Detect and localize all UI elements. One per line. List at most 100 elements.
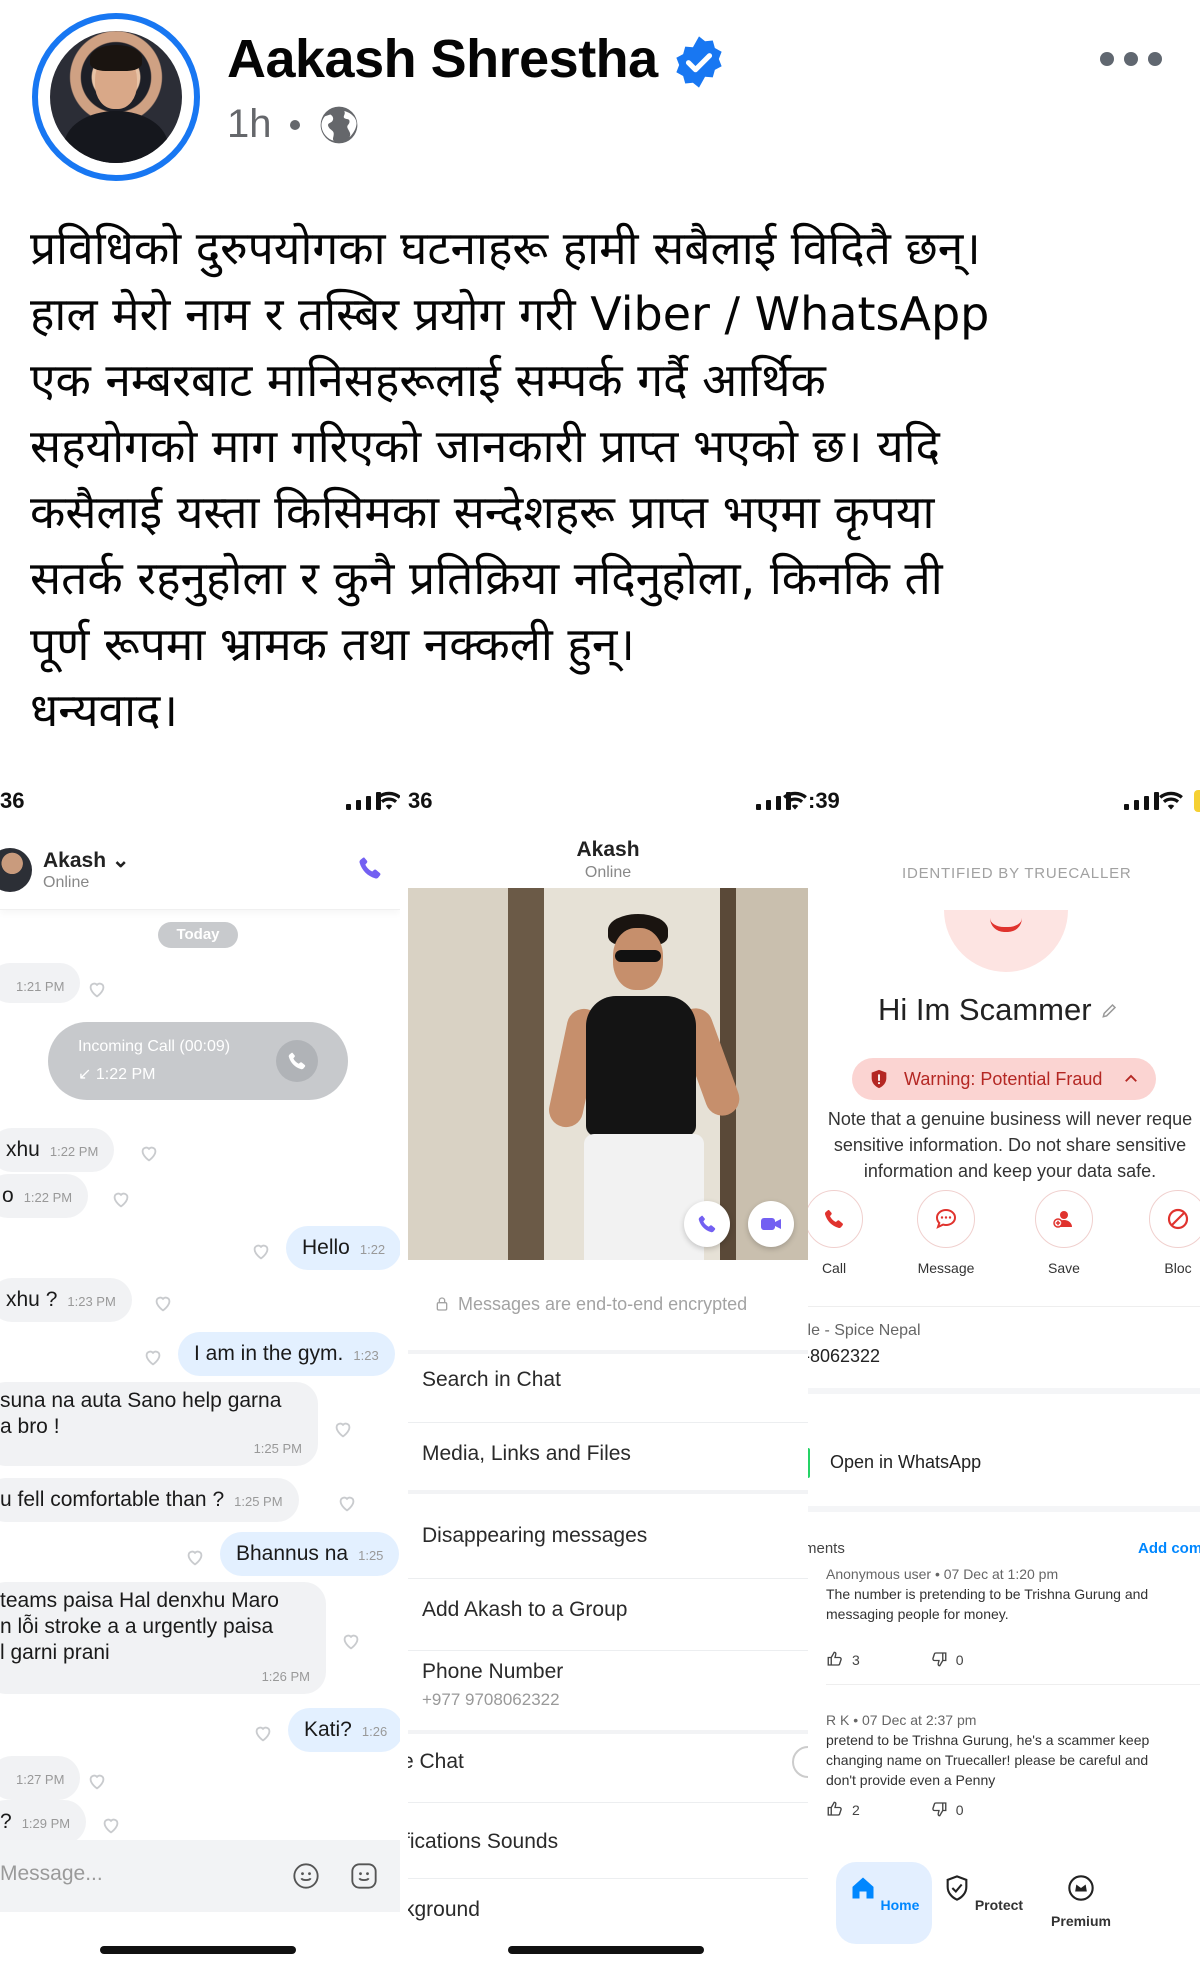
call-action-button[interactable] — [808, 1190, 863, 1248]
author-name[interactable]: Aakash Shrestha — [227, 28, 658, 90]
truecaller-screenshot[interactable]: :39 IDENTIFIED BY TRUECALLER Hi Im Scamm… — [808, 770, 1200, 1961]
phone-icon — [698, 1215, 716, 1233]
save-action-button[interactable] — [1035, 1190, 1093, 1248]
message-action[interactable]: Message — [910, 1190, 982, 1276]
heart-icon[interactable] — [142, 1346, 164, 1368]
contact-photo[interactable] — [408, 888, 808, 1260]
incoming-call-bubble[interactable]: Incoming Call (00:09) ↙ 1:22 PM — [48, 1022, 348, 1100]
toggle-switch[interactable] — [792, 1746, 808, 1778]
chat-screenshot[interactable]: 36 Akash ⌄ Online Today 1:21 PM Incoming… — [0, 770, 400, 1961]
call-action[interactable]: Call — [808, 1190, 870, 1276]
open-in-whatsapp[interactable]: Open in WhatsApp — [830, 1452, 981, 1473]
phone-number-value[interactable]: +977 9708062322 — [422, 1690, 560, 1710]
note-line: information and keep your data safe. — [863, 1161, 1157, 1181]
outgoing-message[interactable]: Bhannus na 1:25 — [220, 1532, 400, 1576]
menu-background[interactable]: kground — [408, 1898, 480, 1922]
video-call-button[interactable] — [748, 1201, 794, 1247]
incoming-message[interactable]: xhu ? 1:23 PM — [0, 1278, 132, 1322]
menu-chat[interactable]: e Chat — [408, 1750, 464, 1774]
outgoing-message[interactable]: I am in the gym. 1:23 — [178, 1332, 395, 1376]
add-comment-link[interactable]: Add com — [1138, 1540, 1200, 1557]
incoming-message[interactable]: xhu 1:22 PM — [0, 1128, 115, 1172]
block-action[interactable]: Bloc — [1142, 1190, 1200, 1276]
heart-icon[interactable] — [250, 1240, 272, 1262]
message-input-bar[interactable]: Message... — [0, 1840, 400, 1912]
message-text: ? — [0, 1810, 12, 1833]
fraud-warning-banner[interactable]: Warning: Potential Fraud — [852, 1058, 1156, 1100]
dislike-button[interactable]: 0 — [930, 1800, 964, 1818]
message-input[interactable]: Message... — [0, 1862, 103, 1886]
thumbs-up-icon — [827, 1651, 842, 1666]
block-action-button[interactable] — [1149, 1190, 1200, 1248]
heart-icon[interactable] — [340, 1630, 362, 1652]
message-time: 1:25 PM — [234, 1494, 283, 1509]
heart-icon[interactable] — [86, 978, 108, 1000]
call-back-button[interactable] — [276, 1040, 318, 1082]
menu-media-links-files[interactable]: Media, Links and Files — [422, 1442, 631, 1466]
incoming-message[interactable]: ? 1:29 PM — [0, 1800, 87, 1844]
post-time[interactable]: 1h — [227, 102, 272, 147]
message-action-button[interactable] — [917, 1190, 975, 1248]
like-button[interactable]: 3 — [826, 1650, 860, 1668]
nav-premium[interactable]: Premium — [1036, 1874, 1126, 1929]
heart-icon[interactable] — [336, 1492, 358, 1514]
contact-name[interactable]: Akash ⌄ — [43, 848, 129, 873]
menu-search-in-chat[interactable]: Search in Chat — [422, 1368, 561, 1392]
outgoing-message[interactable]: Kati? 1:26 — [288, 1708, 400, 1752]
heart-icon[interactable] — [86, 1770, 108, 1792]
post-meta: 1h — [227, 102, 360, 147]
audio-call-button[interactable] — [684, 1201, 730, 1247]
dislike-count: 0 — [955, 1802, 964, 1818]
lock-icon — [436, 1297, 448, 1311]
menu-disappearing-messages[interactable]: Disappearing messages — [422, 1524, 647, 1548]
encryption-text: Messages are end-to-end encrypted — [458, 1294, 748, 1314]
contact-avatar[interactable] — [0, 848, 32, 892]
message-time: 1:25 — [358, 1548, 384, 1563]
message-time: 1:25 PM — [253, 1441, 302, 1456]
comment-card: R K • 07 Dec at 2:37 pm pretend to be Tr… — [826, 1712, 1149, 1790]
menu-notification-sounds[interactable]: fications Sounds — [408, 1830, 558, 1854]
comment-meta: Anonymous user • 07 Dec at 1:20 pm — [826, 1566, 1059, 1582]
heart-icon[interactable] — [252, 1722, 274, 1744]
incoming-message[interactable]: teams paisa Hal denxhu Maro n lỗi stroke… — [0, 1582, 326, 1694]
edit-icon[interactable] — [1100, 1000, 1120, 1020]
incoming-message[interactable]: 1:21 PM — [0, 963, 81, 1003]
more-options-icon[interactable] — [1100, 52, 1162, 66]
chevron-up-icon — [1125, 1074, 1137, 1082]
message-text: Hello — [302, 1236, 350, 1259]
dislike-button[interactable]: 0 — [930, 1650, 964, 1668]
incoming-message[interactable]: 1:27 PM — [0, 1756, 81, 1800]
contact-info-screenshot[interactable]: 36 Akash Online Messages are end-to-end … — [408, 770, 808, 1961]
incoming-message[interactable]: suna na auta Sano help garna a bro ! 1:2… — [0, 1382, 318, 1466]
nav-home[interactable]: Home — [839, 1874, 929, 1913]
heart-icon[interactable] — [110, 1188, 132, 1210]
heart-icon[interactable] — [100, 1814, 122, 1836]
phone-call-icon[interactable] — [356, 854, 384, 882]
author-avatar[interactable] — [32, 13, 200, 181]
post-line: पूर्ण रूपमा भ्रामक तथा नक्कली हुन्। — [30, 617, 635, 671]
like-button[interactable]: 2 — [826, 1800, 860, 1818]
menu-add-to-group[interactable]: Add Akash to a Group — [422, 1598, 627, 1622]
action-label: Bloc — [1164, 1260, 1192, 1276]
phone-number[interactable]: -8062322 — [808, 1346, 880, 1367]
phone-icon — [288, 1052, 306, 1070]
bottom-navigation: Home Protect Premium — [836, 1862, 1126, 1944]
save-action[interactable]: Save — [1028, 1190, 1100, 1276]
status-bar: :39 — [808, 788, 1200, 818]
heart-icon[interactable] — [152, 1292, 174, 1314]
message-text: Bhannus na — [236, 1542, 349, 1565]
outgoing-message[interactable]: Hello 1:22 — [286, 1226, 400, 1270]
nav-protect[interactable]: Protect — [938, 1874, 1028, 1913]
message-time: 1:22 PM — [49, 1144, 99, 1159]
post-line: हाल मेरो नाम र तस्बिर प्रयोग गरी Viber /… — [30, 287, 990, 341]
incoming-message[interactable]: u fell comfortable than ? 1:25 PM — [0, 1478, 299, 1522]
incoming-message[interactable]: o 1:22 PM — [0, 1174, 89, 1218]
identified-label: IDENTIFIED BY TRUECALLER — [902, 865, 1132, 882]
status-clock: 36 — [408, 788, 433, 813]
menu-phone-number[interactable]: Phone Number — [422, 1660, 563, 1684]
heart-icon[interactable] — [332, 1418, 354, 1440]
heart-icon[interactable] — [138, 1142, 160, 1164]
emoji-icon[interactable] — [292, 1862, 320, 1890]
sticker-icon[interactable] — [350, 1862, 378, 1890]
heart-icon[interactable] — [184, 1546, 206, 1568]
